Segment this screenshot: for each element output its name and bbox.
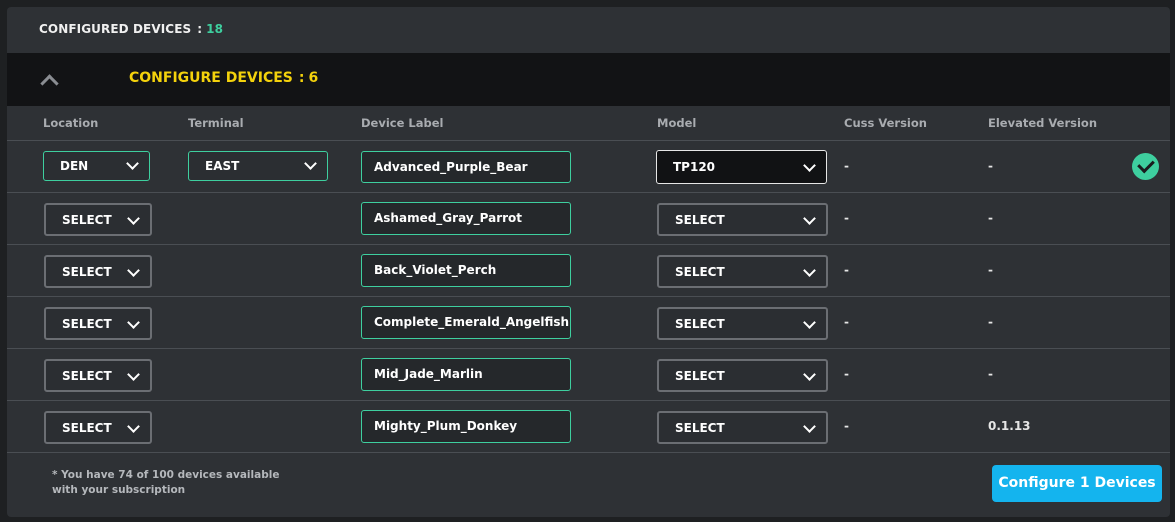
chevron-up-icon[interactable] — [40, 74, 59, 93]
configure-devices-title: CONFIGURE DEVICES:6 — [129, 70, 318, 86]
column-header-location: Location — [43, 116, 99, 130]
device-label-value: Mid_Jade_Marlin — [374, 367, 483, 381]
model-select[interactable]: SELECT — [657, 255, 828, 288]
terminal-select[interactable]: EAST — [188, 151, 328, 181]
cuss-version: - — [844, 159, 849, 173]
chevron-down-icon — [803, 212, 816, 225]
elevated-version: - — [988, 159, 993, 173]
model-value: SELECT — [675, 213, 725, 227]
column-header-device-label: Device Label — [361, 116, 444, 130]
location-value: SELECT — [62, 317, 112, 331]
chevron-down-icon — [304, 157, 317, 170]
model-value: SELECT — [675, 317, 725, 331]
chevron-down-icon — [803, 159, 816, 172]
configured-sep: : — [197, 22, 203, 36]
elevated-version: - — [988, 211, 993, 225]
cuss-version: - — [844, 367, 849, 381]
configure-sep: : — [298, 70, 305, 86]
table-row: SELECT Back_Violet_Perch SELECT - - — [7, 244, 1170, 297]
chevron-down-icon — [803, 420, 816, 433]
column-header-cuss-version: Cuss Version — [844, 116, 927, 130]
device-label-value: Advanced_Purple_Bear — [374, 160, 528, 174]
configure-devices-button[interactable]: Configure 1 Devices — [992, 465, 1162, 502]
chevron-down-icon — [127, 212, 140, 225]
device-label-input[interactable]: Complete_Emerald_Angelfish — [361, 306, 571, 339]
table-row: DEN EAST Advanced_Purple_Bear TP120 - - — [7, 140, 1170, 193]
location-value: SELECT — [62, 369, 112, 383]
device-label-value: Mighty_Plum_Donkey — [374, 419, 518, 433]
chevron-down-icon — [127, 368, 140, 381]
devices-panel: CONFIGURED DEVICES:18 CONFIGURE DEVICES:… — [7, 7, 1170, 517]
table-row: SELECT Mid_Jade_Marlin SELECT - - — [7, 348, 1170, 401]
model-select[interactable]: SELECT — [657, 359, 828, 392]
model-select[interactable]: SELECT — [657, 203, 828, 236]
location-select[interactable]: DEN — [43, 151, 150, 181]
check-circle-icon — [1132, 153, 1159, 180]
subscription-note-line1: * You have 74 of 100 devices available — [52, 469, 280, 481]
device-label-input[interactable]: Mid_Jade_Marlin — [361, 358, 571, 391]
chevron-down-icon — [803, 368, 816, 381]
elevated-version: 0.1.13 — [988, 419, 1031, 433]
device-label-value: Back_Violet_Perch — [374, 263, 497, 277]
elevated-version: - — [988, 263, 993, 277]
location-value: DEN — [60, 159, 89, 173]
configured-devices-count: 18 — [206, 22, 224, 36]
chevron-down-icon — [127, 316, 140, 329]
table-divider — [7, 452, 1170, 453]
chevron-down-icon — [803, 264, 816, 277]
subscription-note: * You have 74 of 100 devices available w… — [52, 468, 279, 498]
terminal-value: EAST — [205, 159, 240, 173]
column-header-model: Model — [657, 116, 697, 130]
device-label-input[interactable]: Mighty_Plum_Donkey — [361, 410, 571, 443]
cuss-version: - — [844, 263, 849, 277]
table-row: SELECT Mighty_Plum_Donkey SELECT - 0.1.1… — [7, 400, 1170, 453]
model-value: TP120 — [673, 160, 716, 174]
table-row: SELECT Ashamed_Gray_Parrot SELECT - - — [7, 192, 1170, 245]
configured-devices-summary: CONFIGURED DEVICES:18 — [39, 22, 223, 36]
table-row: SELECT Complete_Emerald_Angelfish SELECT… — [7, 296, 1170, 349]
device-label-value: Ashamed_Gray_Parrot — [374, 211, 523, 225]
elevated-version: - — [988, 315, 993, 329]
model-select[interactable]: SELECT — [657, 411, 828, 444]
column-header-terminal: Terminal — [188, 116, 244, 130]
column-header-elevated-version: Elevated Version — [988, 116, 1098, 130]
configure-devices-header: CONFIGURE DEVICES:6 — [7, 53, 1170, 106]
location-value: SELECT — [62, 213, 112, 227]
configure-count: 6 — [308, 70, 319, 86]
cuss-version: - — [844, 419, 849, 433]
device-label-input[interactable]: Ashamed_Gray_Parrot — [361, 202, 571, 235]
configure-title-text: CONFIGURE DEVICES — [129, 70, 293, 86]
location-select[interactable]: SELECT — [44, 307, 152, 340]
model-select[interactable]: TP120 — [656, 150, 827, 184]
device-label-value: Complete_Emerald_Angelfish — [374, 315, 570, 329]
device-label-input[interactable]: Back_Violet_Perch — [361, 254, 571, 287]
elevated-version: - — [988, 367, 993, 381]
location-select[interactable]: SELECT — [44, 203, 152, 236]
chevron-down-icon — [126, 157, 139, 170]
subscription-note-line2: with your subscription — [52, 484, 186, 496]
location-select[interactable]: SELECT — [44, 411, 152, 444]
model-value: SELECT — [675, 369, 725, 383]
cuss-version: - — [844, 315, 849, 329]
location-value: SELECT — [62, 265, 112, 279]
configured-devices-label: CONFIGURED DEVICES — [39, 22, 192, 36]
chevron-down-icon — [127, 420, 140, 433]
location-select[interactable]: SELECT — [44, 255, 152, 288]
chevron-down-icon — [127, 264, 140, 277]
cuss-version: - — [844, 211, 849, 225]
location-select[interactable]: SELECT — [44, 359, 152, 392]
model-select[interactable]: SELECT — [657, 307, 828, 340]
model-value: SELECT — [675, 421, 725, 435]
model-value: SELECT — [675, 265, 725, 279]
location-value: SELECT — [62, 421, 112, 435]
device-label-input[interactable]: Advanced_Purple_Bear — [361, 151, 571, 183]
chevron-down-icon — [803, 316, 816, 329]
